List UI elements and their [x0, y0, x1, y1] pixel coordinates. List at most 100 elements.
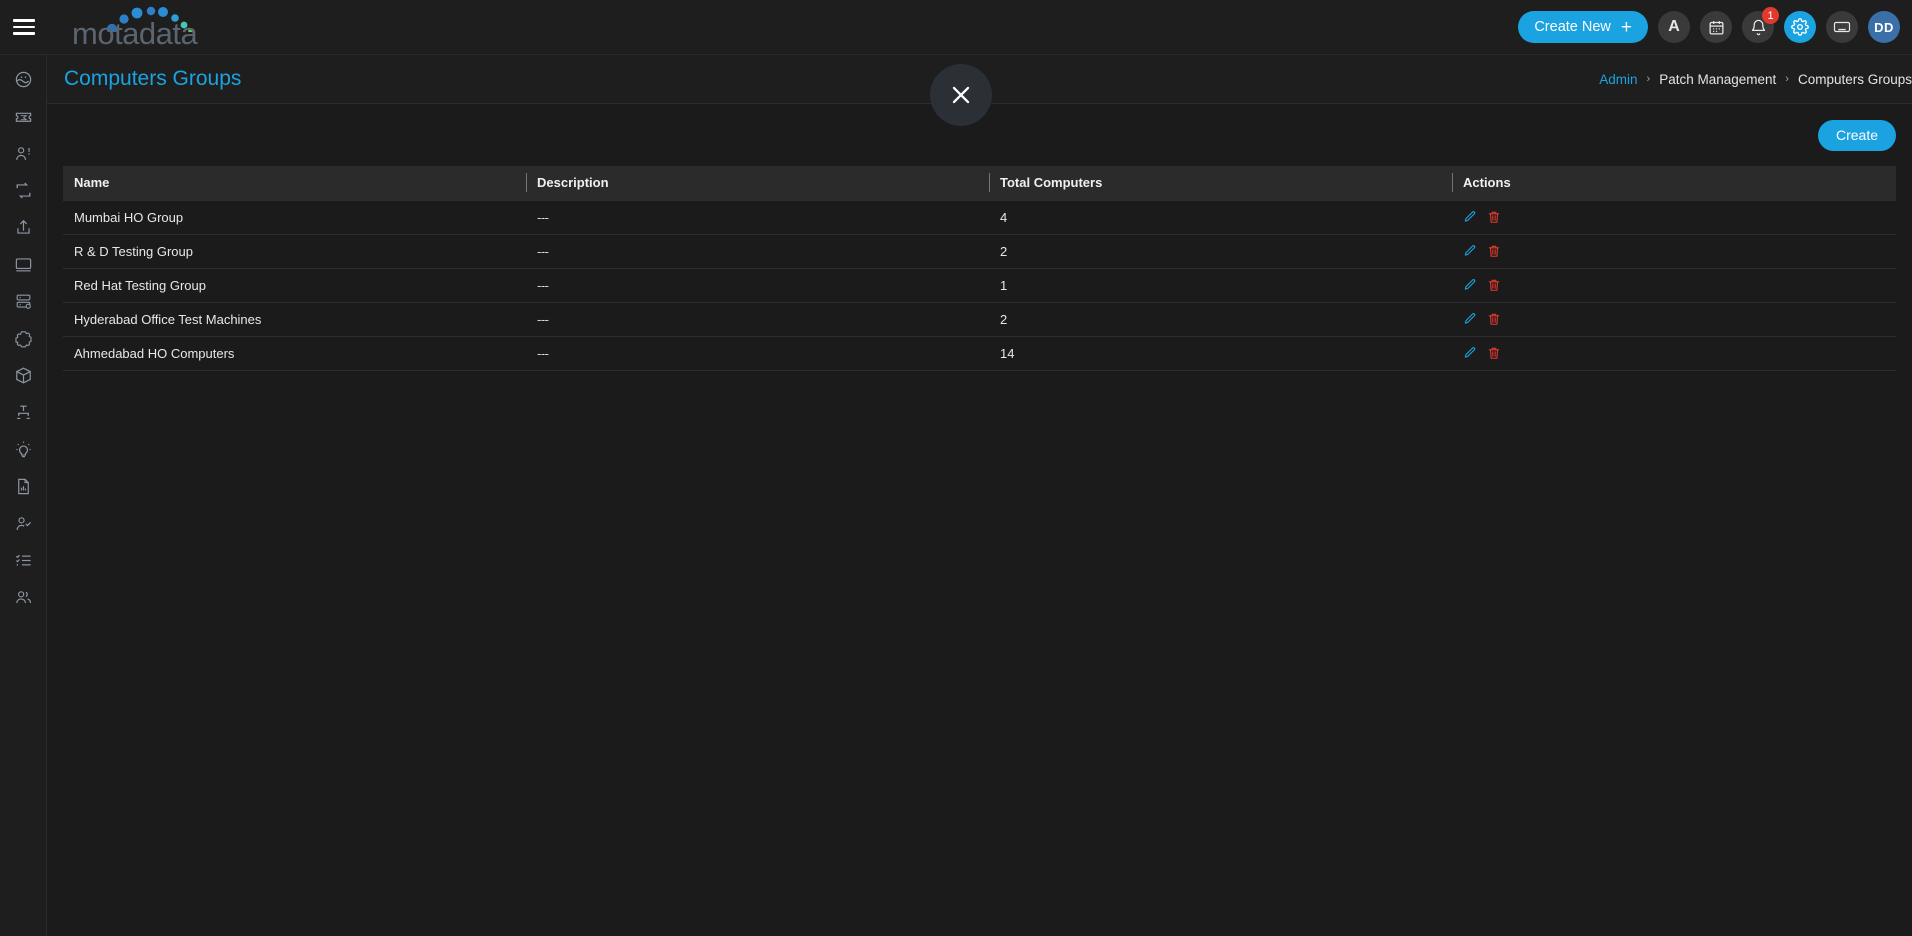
row-actions	[1463, 278, 1896, 292]
sidebar-item-topology[interactable]	[0, 394, 47, 431]
notifications-button[interactable]: 1	[1742, 7, 1779, 43]
chevron-right-icon: ›	[1785, 73, 1789, 85]
close-icon	[952, 86, 970, 104]
table-row[interactable]: Mumbai HO Group --- 4	[63, 200, 1896, 234]
cell-description: ---	[537, 311, 549, 327]
cell-name: Hyderabad Office Test Machines	[74, 311, 262, 327]
plus-icon: +	[1620, 16, 1632, 38]
hamburger-menu-icon[interactable]	[0, 0, 48, 55]
brand-logo[interactable]: motadata	[58, 0, 248, 55]
column-header-actions: Actions	[1452, 166, 1896, 200]
sidebar-item-assets[interactable]	[0, 246, 47, 283]
cell-description: ---	[537, 277, 549, 293]
user-alert-icon	[16, 147, 30, 160]
trash-icon	[1488, 279, 1500, 291]
sidebar-item-users[interactable]	[0, 579, 47, 616]
sidebar-item-dashboard[interactable]	[0, 61, 47, 98]
delete-row-button[interactable]	[1487, 346, 1501, 360]
edit-row-button[interactable]	[1463, 244, 1477, 258]
create-new-button[interactable]: Create New +	[1518, 11, 1648, 43]
cell-name: Mumbai HO Group	[74, 209, 184, 225]
table-body: Mumbai HO Group --- 4 R & D Testing Grou…	[63, 200, 1896, 370]
edit-row-button[interactable]	[1463, 210, 1477, 224]
column-header-total-computers[interactable]: Total Computers	[989, 166, 1452, 200]
pencil-icon	[1464, 279, 1476, 290]
upload-icon	[17, 219, 30, 234]
sidebar-item-workflows[interactable]	[0, 172, 47, 209]
calendar-button[interactable]	[1700, 11, 1732, 43]
pencil-icon	[1464, 347, 1476, 358]
table-header: Name Description Total Computers Actions	[63, 166, 1896, 200]
cell-total-computers: 2	[1000, 311, 1008, 327]
lightbulb-icon	[16, 441, 31, 458]
chevron-right-icon: ›	[1646, 73, 1651, 85]
user-check-icon	[16, 517, 32, 530]
sidebar-item-tasks[interactable]	[0, 542, 47, 579]
brand-logo-text: motadata	[72, 15, 198, 51]
sidebar-item-deploy[interactable]	[0, 209, 47, 246]
close-button[interactable]	[930, 64, 992, 126]
settings-button[interactable]	[1784, 11, 1816, 43]
main-content: Create Name Description Total Computers …	[47, 104, 1912, 936]
edit-row-button[interactable]	[1463, 278, 1477, 292]
report-document-icon	[18, 478, 29, 495]
breadcrumb-item-admin[interactable]: Admin	[1599, 72, 1637, 87]
row-actions	[1463, 210, 1896, 224]
create-button[interactable]: Create	[1817, 119, 1896, 151]
table-row[interactable]: Red Hat Testing Group --- 1	[63, 268, 1896, 302]
keyboard-shortcuts-button[interactable]	[1826, 11, 1858, 43]
cell-total-computers: 2	[1000, 243, 1008, 259]
pencil-icon	[1464, 313, 1476, 324]
hierarchy-icon	[17, 405, 30, 420]
trash-icon	[1488, 347, 1500, 359]
sidebar-item-packages[interactable]	[0, 357, 47, 394]
edit-row-button[interactable]	[1463, 346, 1477, 360]
sidebar-item-insights[interactable]	[0, 431, 47, 468]
edit-row-button[interactable]	[1463, 312, 1477, 326]
delete-row-button[interactable]	[1487, 244, 1501, 258]
ticket-icon	[15, 112, 32, 122]
computers-groups-table: Name Description Total Computers Actions…	[63, 166, 1896, 371]
cell-total-computers: 1	[1000, 277, 1008, 293]
cell-actions	[1452, 336, 1896, 370]
column-header-description[interactable]: Description	[526, 166, 989, 200]
create-new-label: Create New	[1534, 19, 1611, 35]
cell-name: Ahmedabad HO Computers	[74, 345, 235, 361]
row-actions	[1463, 312, 1896, 326]
checklist-icon	[15, 554, 31, 566]
announcement-button[interactable]: A	[1658, 11, 1690, 43]
sidebar-item-reports[interactable]	[0, 468, 47, 505]
cell-actions	[1452, 200, 1896, 234]
loop-refresh-icon	[16, 182, 31, 199]
create-button-label: Create	[1835, 127, 1878, 143]
cell-name: R & D Testing Group	[74, 243, 193, 259]
cell-total-computers: 4	[1000, 209, 1008, 225]
users-group-icon	[16, 591, 32, 604]
sidebar-item-servers[interactable]	[0, 283, 47, 320]
puzzle-gear-icon	[15, 331, 32, 348]
delete-row-button[interactable]	[1487, 278, 1501, 292]
hamburger-line	[13, 32, 35, 35]
top-header-actions: Create New + A 1 DD	[1518, 7, 1912, 43]
table-row[interactable]: Ahmedabad HO Computers --- 14	[63, 336, 1896, 370]
table-row[interactable]: Hyderabad Office Test Machines --- 2	[63, 302, 1896, 336]
gear-icon	[1791, 18, 1809, 36]
user-avatar[interactable]: DD	[1868, 11, 1900, 43]
cell-actions	[1452, 234, 1896, 268]
sidebar-item-approvals[interactable]	[0, 505, 47, 542]
column-header-name[interactable]: Name	[63, 166, 526, 200]
row-actions	[1463, 244, 1896, 258]
breadcrumb: Admin › Patch Management › Computers Gro…	[1599, 72, 1912, 87]
monitor-icon	[15, 258, 32, 272]
delete-row-button[interactable]	[1487, 210, 1501, 224]
cell-total-computers: 14	[1000, 345, 1015, 361]
pencil-icon	[1464, 245, 1476, 256]
sidebar-item-tickets[interactable]	[0, 98, 47, 135]
sidebar-item-user-alerts[interactable]	[0, 135, 47, 172]
table-row[interactable]: R & D Testing Group --- 2	[63, 234, 1896, 268]
avatar-initials: DD	[1874, 19, 1894, 35]
breadcrumb-item-patch-management[interactable]: Patch Management	[1659, 72, 1776, 87]
cell-name: Red Hat Testing Group	[74, 277, 206, 293]
sidebar-item-integrations[interactable]	[0, 320, 47, 357]
delete-row-button[interactable]	[1487, 312, 1501, 326]
